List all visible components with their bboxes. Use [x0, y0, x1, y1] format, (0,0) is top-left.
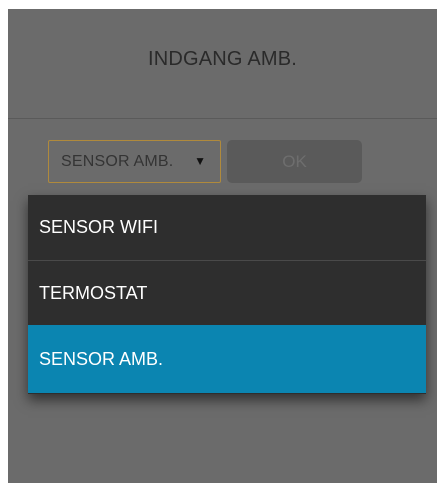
sensor-select[interactable]: SENSOR AMB. ▼ [48, 140, 221, 183]
select-value: SENSOR AMB. [61, 152, 174, 170]
input-dialog: INDGANG AMB. SENSOR AMB. ▼ OK SENSOR WIF… [8, 9, 437, 483]
option-sensor-wifi[interactable]: SENSOR WIFI [28, 195, 426, 260]
triangle-down-icon: ▼ [194, 154, 206, 168]
dropdown-menu: SENSOR WIFI TERMOSTAT SENSOR AMB. [28, 195, 426, 394]
option-termostat[interactable]: TERMOSTAT [28, 260, 426, 325]
option-sensor-amb[interactable]: SENSOR AMB. [28, 325, 426, 393]
divider [8, 118, 437, 119]
dialog-title: INDGANG AMB. [147, 48, 298, 70]
ok-button[interactable]: OK [227, 140, 362, 183]
